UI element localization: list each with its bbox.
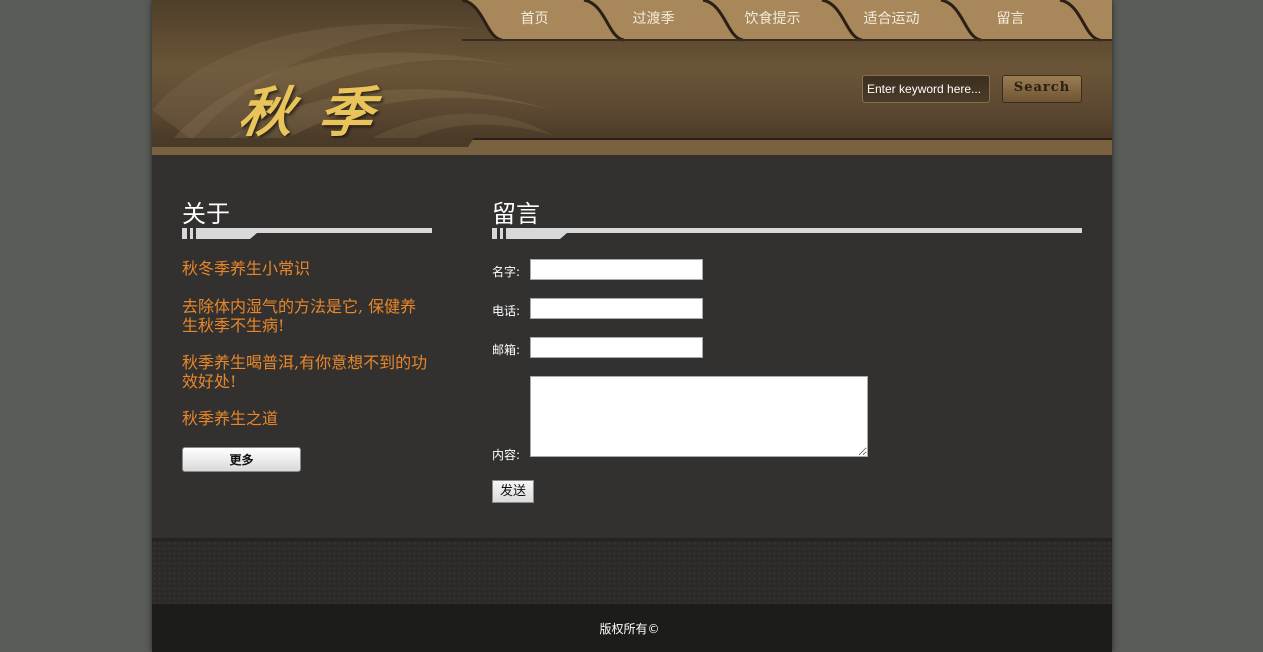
about-title-underline	[182, 228, 432, 239]
content-label: 内容:	[492, 448, 521, 462]
email-input[interactable]	[530, 337, 703, 358]
nav-item-transition-season[interactable]: 过渡季	[591, 0, 716, 40]
about-link-2[interactable]: 去除体内湿气的方法是它, 保健养生秋季不生病!	[182, 297, 432, 335]
more-button[interactable]: 更多	[182, 447, 301, 472]
search-button[interactable]: Search	[1002, 75, 1082, 103]
name-input[interactable]	[530, 259, 703, 280]
nav-item-diet-tips[interactable]: 饮食提示	[710, 0, 835, 40]
main-nav: 首页 过渡季 饮食提示 适合运动 留言	[462, 0, 1112, 42]
nav-item-suitable-sports[interactable]: 适合运动	[829, 0, 954, 40]
copyright-text: 版权所有©	[599, 622, 660, 636]
footer-pattern-band	[152, 538, 1112, 607]
content-textarea[interactable]	[530, 376, 868, 457]
nav-item-message[interactable]: 留言	[948, 0, 1073, 40]
nav-item-home[interactable]: 首页	[472, 0, 597, 40]
header-strip-notch	[152, 138, 474, 147]
name-label: 名字:	[492, 265, 521, 279]
about-title: 关于	[182, 200, 230, 228]
send-button[interactable]: 发送	[492, 480, 534, 503]
about-link-3[interactable]: 秋季养生喝普洱,有你意想不到的功效好处!	[182, 353, 432, 391]
header-bottom-strip	[152, 138, 1112, 155]
about-link-4[interactable]: 秋季养生之道	[182, 409, 432, 428]
message-title: 留言	[492, 200, 540, 228]
about-link-1[interactable]: 秋冬季养生小常识	[182, 259, 432, 278]
phone-input[interactable]	[530, 298, 703, 319]
email-label: 邮箱:	[492, 343, 521, 357]
phone-label: 电话:	[492, 304, 521, 318]
header: 首页 过渡季 饮食提示 适合运动 留言 秋季 Search	[152, 0, 1112, 155]
site-logo: 秋季	[234, 80, 404, 144]
message-title-underline	[492, 228, 1082, 239]
search-input[interactable]	[862, 75, 990, 103]
page-container: 首页 过渡季 饮食提示 适合运动 留言 秋季 Search 关于 秋冬季养生小常…	[152, 0, 1112, 652]
